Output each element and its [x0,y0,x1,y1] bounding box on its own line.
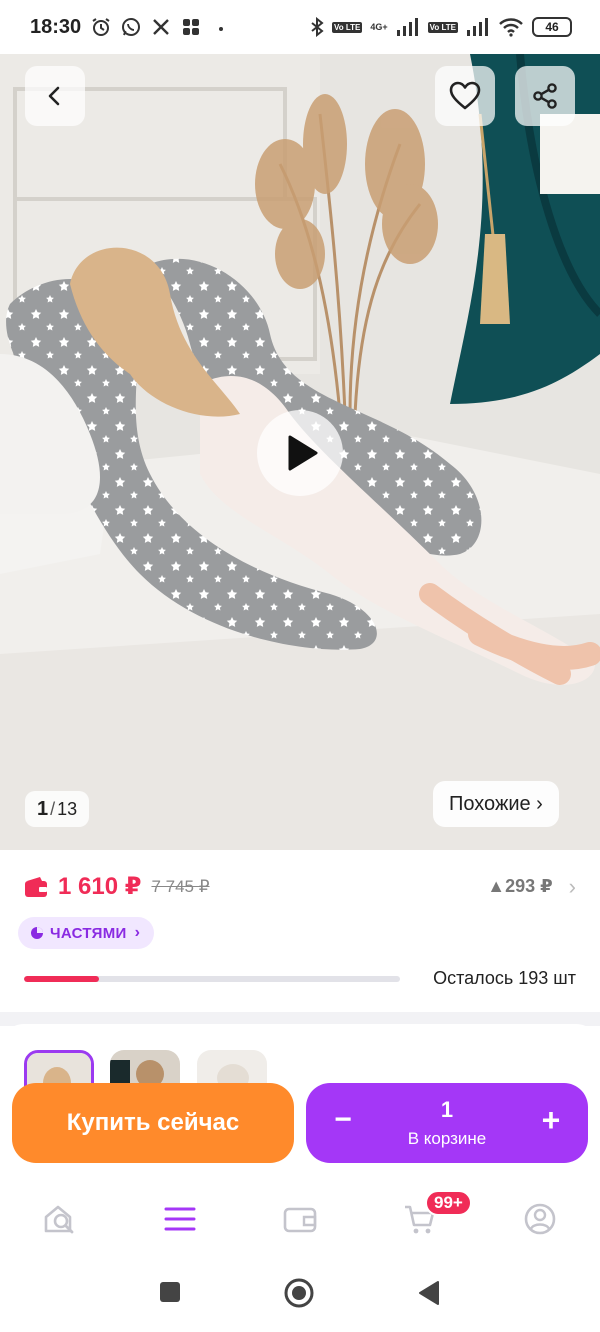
chevron-right-icon: › [568,873,576,899]
play-icon [288,435,318,471]
battery-indicator: 46 [532,17,572,37]
status-bar: 18:30 Vo LTE 4G+ Vo LTE 46 [0,0,600,54]
old-price: 7 745 ₽ [151,876,210,896]
recent-apps-icon[interactable] [158,1280,182,1304]
stock-progress-fill [24,975,100,982]
bonus-link[interactable]: ▲293 ₽ › [487,874,576,900]
nav-profile[interactable] [480,1180,600,1258]
bluetooth-icon [311,17,324,37]
nav-home[interactable] [0,1180,120,1258]
cart-quantity-control: − 1 В корзине + [306,1083,588,1163]
home-search-icon [44,1205,74,1234]
installments-label: ЧАСТЯМИ [50,924,127,942]
product-image-gallery[interactable]: 1 / 13 Похожие › [0,54,600,850]
lte-badge-1: Vo LTE [331,21,363,33]
nav-cart[interactable]: 99+ [360,1180,480,1258]
current-price: 1 610 ₽ [58,873,142,900]
bottom-navigation: 99+ [0,1180,600,1258]
counter-current: 1 [37,797,49,820]
play-video-button[interactable] [257,410,343,496]
lte-badge-2: Vo LTE [427,21,458,33]
bonus-amount: ▲293 ₽ [487,876,553,896]
share-icon [533,83,557,109]
wifi-icon [499,18,523,37]
back-button[interactable] [25,66,85,126]
chevron-left-icon [48,86,60,106]
counter-separator: / [50,798,56,819]
buy-now-button[interactable]: Купить сейчас [12,1083,294,1163]
share-button[interactable] [515,66,575,126]
increase-quantity-button[interactable]: + [538,1104,564,1136]
nav-wallet[interactable] [240,1180,360,1258]
nav-catalog[interactable] [120,1180,240,1258]
dot-icon [219,27,224,31]
app-grid-icon [183,19,200,35]
stock-remaining: Осталось 193 шт [433,968,576,988]
system-navigation-bar [0,1258,600,1332]
cart-badge: 99+ [425,1190,472,1216]
wallet-price-icon [25,876,47,897]
price-section: 1 610 ₽ 7 745 ₽ ▲293 ₽ › ЧАСТЯМИ › Остал… [0,850,600,1012]
pie-chart-icon [31,927,43,939]
catalog-menu-icon [164,1207,196,1231]
heart-icon [449,81,481,110]
x-icon [153,19,170,35]
similar-products-button[interactable]: Похожие › [433,781,559,827]
system-back-icon[interactable] [416,1280,440,1306]
alarm-icon [92,18,110,36]
signal-icon [396,18,418,36]
image-counter: 1 / 13 [25,791,90,827]
profile-icon [524,1203,556,1235]
chevron-right-icon: › [134,924,141,941]
wallet-icon [283,1207,317,1233]
counter-total: 13 [57,798,78,819]
favorite-button[interactable] [435,66,495,126]
status-time: 18:30 [30,15,82,38]
stock-progress-bar [24,975,400,982]
home-icon[interactable] [283,1277,315,1309]
network-label: 4G+ [370,22,388,32]
whatsapp-icon [122,18,141,36]
installments-button[interactable]: ЧАСТЯМИ › [18,917,155,949]
signal-icon-2 [467,18,488,36]
